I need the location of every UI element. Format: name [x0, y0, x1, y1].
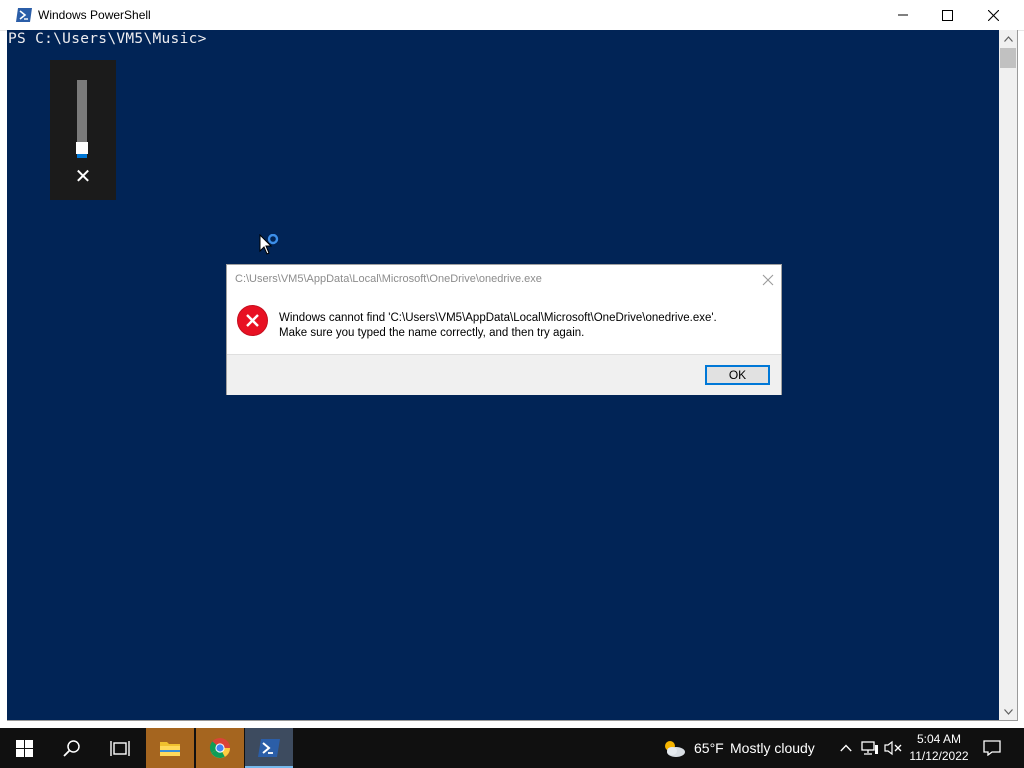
dialog-message: Windows cannot find 'C:\Users\VM5\AppDat… — [279, 311, 717, 341]
weather-condition[interactable]: Mostly cloudy — [730, 740, 815, 756]
error-icon — [237, 305, 268, 336]
clock-time: 5:04 AM — [916, 732, 962, 746]
chevron-up-icon[interactable] — [837, 738, 855, 758]
scroll-up-button[interactable] — [999, 30, 1017, 47]
chrome-icon — [209, 738, 231, 759]
search-icon — [63, 740, 80, 757]
busy-cursor-icon — [259, 234, 279, 255]
start-icon — [15, 739, 33, 757]
scroll-thumb[interactable] — [1000, 48, 1016, 68]
volume-flyout: ✕ — [50, 60, 116, 200]
minimize-button[interactable] — [880, 0, 926, 30]
weather-icon[interactable] — [661, 738, 687, 758]
search-button[interactable] — [48, 728, 96, 768]
scroll-down-button[interactable] — [999, 703, 1017, 720]
title-bar[interactable]: Windows PowerShell — [0, 0, 1024, 31]
task-view-icon — [110, 740, 130, 756]
start-button[interactable] — [0, 728, 48, 768]
window-border — [1017, 30, 1018, 721]
file-explorer-icon — [160, 742, 180, 756]
maximize-button[interactable] — [924, 0, 970, 30]
dialog-title: C:\Users\VM5\AppData\Local\Microsoft\One… — [235, 273, 542, 285]
volume-muted-icon[interactable] — [884, 738, 902, 758]
error-dialog: C:\Users\VM5\AppData\Local\Microsoft\One… — [226, 264, 782, 395]
dialog-close-button[interactable] — [761, 272, 775, 286]
window-border — [7, 720, 1017, 721]
powershell-taskbar-button[interactable] — [245, 728, 293, 768]
file-explorer-button[interactable] — [146, 728, 194, 768]
clock[interactable]: 5:04 AM 11/12/2022 — [906, 731, 972, 765]
dialog-message-line: Make sure you typed the name correctly, … — [279, 327, 585, 339]
weather-temperature[interactable]: 65°F — [694, 740, 724, 756]
volume-slider-thumb[interactable] — [76, 142, 88, 154]
dialog-footer: OK — [227, 354, 781, 395]
clock-date: 11/12/2022 — [909, 749, 969, 763]
ok-button[interactable]: OK — [705, 365, 770, 385]
console-prompt: PS C:\Users\VM5\Music> — [8, 31, 207, 47]
task-view-button[interactable] — [96, 728, 144, 768]
dialog-message-line: Windows cannot find 'C:\Users\VM5\AppDat… — [279, 312, 717, 324]
chrome-button[interactable] — [196, 728, 244, 768]
close-icon[interactable]: ✕ — [74, 166, 92, 186]
window-title: Windows PowerShell — [38, 8, 151, 22]
network-icon[interactable] — [861, 738, 879, 758]
notification-icon[interactable] — [982, 738, 1002, 758]
powershell-icon — [258, 739, 280, 757]
close-button[interactable] — [970, 0, 1016, 30]
powershell-icon — [16, 7, 32, 22]
vertical-scrollbar[interactable] — [999, 30, 1017, 720]
